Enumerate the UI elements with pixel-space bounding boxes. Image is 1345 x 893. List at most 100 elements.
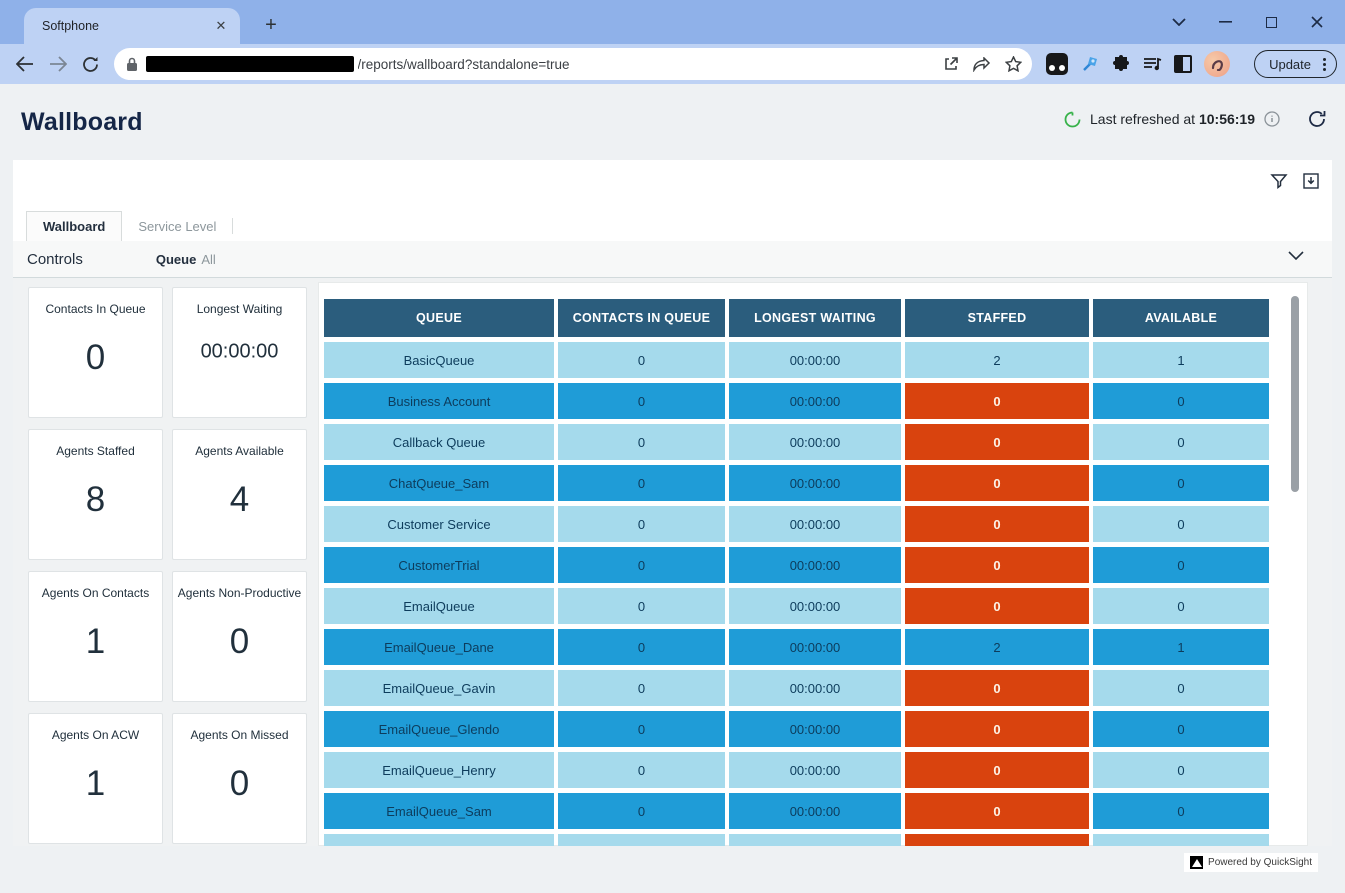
last-refreshed-text: Last refreshed at 10:56:19 bbox=[1090, 111, 1255, 127]
kpi-value: 8 bbox=[29, 479, 162, 519]
table-cell: 0 bbox=[558, 670, 725, 706]
tab-wallboard[interactable]: Wallboard bbox=[26, 211, 122, 241]
kpi-value: 0 bbox=[173, 621, 306, 661]
playlist-music-icon[interactable] bbox=[1143, 56, 1162, 73]
reader-mode-icon[interactable] bbox=[1174, 55, 1192, 73]
queue-table-wrap: QUEUECONTACTS IN QUEUELONGEST WAITINGSTA… bbox=[324, 299, 1270, 846]
table-cell: 0 bbox=[905, 752, 1089, 788]
queue-table: QUEUECONTACTS IN QUEUELONGEST WAITINGSTA… bbox=[324, 299, 1270, 846]
back-icon[interactable] bbox=[10, 49, 39, 79]
table-cell: 0 bbox=[905, 424, 1089, 460]
kpi-label: Contacts In Queue bbox=[29, 302, 162, 316]
dashboard-actions bbox=[1270, 172, 1320, 190]
lock-icon bbox=[126, 57, 138, 72]
table-cell: 0 bbox=[558, 342, 725, 378]
kpi-tile: Contacts In Queue0 bbox=[28, 287, 163, 418]
table-cell: 0 bbox=[558, 465, 725, 501]
dashboard-sheet: Contacts In Queue0Longest Waiting00:00:0… bbox=[13, 278, 1332, 846]
address-bar[interactable]: /reports/wallboard?standalone=true bbox=[114, 48, 1033, 80]
table-cell: 0 bbox=[905, 506, 1089, 542]
table-cell: 0 bbox=[1093, 793, 1269, 829]
new-tab-button[interactable]: + bbox=[258, 12, 284, 38]
table-cell: 0 bbox=[558, 547, 725, 583]
table-cell: 00:00:00 bbox=[729, 629, 901, 665]
info-icon[interactable] bbox=[1264, 111, 1280, 127]
chrome-menu-icon[interactable] bbox=[1319, 58, 1330, 71]
last-refreshed-time: 10:56:19 bbox=[1199, 111, 1255, 127]
browser-tab[interactable]: Softphone ✕ bbox=[24, 8, 240, 44]
kpi-tile: Agents On ACW1 bbox=[28, 713, 163, 844]
table-cell: 0 bbox=[558, 629, 725, 665]
table-cell: 0 bbox=[1093, 465, 1269, 501]
table-cell: 0 bbox=[905, 711, 1089, 747]
queue-name-cell: BasicQueue bbox=[324, 342, 554, 378]
export-icon[interactable] bbox=[1302, 172, 1320, 190]
tab-service-level[interactable]: Service Level bbox=[122, 211, 232, 241]
kpi-value: 1 bbox=[29, 763, 162, 803]
table-header-cell: LONGEST WAITING bbox=[729, 299, 901, 337]
table-header-cell: CONTACTS IN QUEUE bbox=[558, 299, 725, 337]
table-cell: 00:00:00 bbox=[729, 383, 901, 419]
table-cell: 00:00:00 bbox=[729, 588, 901, 624]
controls-collapse-chevron-icon[interactable] bbox=[1288, 251, 1304, 260]
table-cell: 2 bbox=[905, 629, 1089, 665]
minimize-button[interactable] bbox=[1213, 10, 1237, 34]
dashboard-card: Wallboard Service Level Controls QueueAl… bbox=[13, 160, 1332, 846]
tab-divider bbox=[232, 218, 233, 234]
table-cell: 0 bbox=[1093, 424, 1269, 460]
update-button-label: Update bbox=[1269, 57, 1311, 72]
kpi-tile: Agents On Contacts1 bbox=[28, 571, 163, 702]
queue-name-cell: EmailQueue_Glendo bbox=[324, 711, 554, 747]
table-cell: 0 bbox=[1093, 834, 1269, 846]
reload-icon[interactable] bbox=[76, 49, 105, 79]
table-cell: 0 bbox=[558, 752, 725, 788]
kpi-tile: Agents Available4 bbox=[172, 429, 307, 560]
table-cell: 00:00:00 bbox=[729, 670, 901, 706]
queue-name-cell: EmailQueue_Sam bbox=[324, 793, 554, 829]
queue-name-cell: EmailQueue_Henry bbox=[324, 752, 554, 788]
table-scrollbar-thumb[interactable] bbox=[1291, 296, 1299, 492]
update-button[interactable]: Update bbox=[1254, 50, 1337, 78]
kpi-tile: Longest Waiting00:00:00 bbox=[172, 287, 307, 418]
profile-avatar[interactable] bbox=[1204, 51, 1230, 77]
table-cell: 0 bbox=[558, 506, 725, 542]
powered-by-text: Powered by QuickSight bbox=[1208, 857, 1312, 868]
controls-bar[interactable]: Controls QueueAll bbox=[13, 241, 1332, 278]
bookmark-star-icon[interactable] bbox=[1005, 56, 1022, 72]
queue-name-cell: CustomerTrial bbox=[324, 547, 554, 583]
url-redacted-block bbox=[146, 56, 354, 72]
forward-icon[interactable] bbox=[43, 49, 72, 79]
queue-name-cell: EmailQueue_Dane bbox=[324, 629, 554, 665]
extension-key-icon[interactable] bbox=[1080, 54, 1100, 74]
filter-icon[interactable] bbox=[1270, 172, 1288, 190]
share-icon[interactable] bbox=[973, 57, 991, 72]
tab-close-icon[interactable]: ✕ bbox=[212, 17, 230, 35]
maximize-button[interactable] bbox=[1259, 10, 1283, 34]
table-cell: 00:00:00 bbox=[729, 506, 901, 542]
table-cell: 1 bbox=[1093, 629, 1269, 665]
queue-name-cell: Customer Service bbox=[324, 506, 554, 542]
close-button[interactable] bbox=[1305, 10, 1329, 34]
table-header-cell: AVAILABLE bbox=[1093, 299, 1269, 337]
browser-window: Softphone ✕ + bbox=[0, 0, 1345, 893]
kpi-value: 00:00:00 bbox=[173, 340, 306, 363]
browser-toolbar: /reports/wallboard?standalone=true bbox=[0, 44, 1345, 84]
extension-dark-icon[interactable] bbox=[1046, 53, 1068, 75]
sheet-tabs: Wallboard Service Level bbox=[26, 210, 233, 241]
table-cell: 0 bbox=[558, 793, 725, 829]
table-cell: 00:00:00 bbox=[729, 752, 901, 788]
table-header-cell: STAFFED bbox=[905, 299, 1089, 337]
kpi-label: Agents On Missed bbox=[173, 728, 306, 742]
table-cell: 0 bbox=[1093, 547, 1269, 583]
extensions-puzzle-icon[interactable] bbox=[1112, 55, 1131, 74]
kpi-label: Agents Staffed bbox=[29, 444, 162, 458]
queue-name-cell: EmailQueue_Tom bbox=[324, 834, 554, 846]
open-in-new-icon[interactable] bbox=[943, 56, 959, 72]
dashboard-refresh-icon[interactable] bbox=[1307, 110, 1327, 128]
table-cell: 00:00:00 bbox=[729, 547, 901, 583]
table-cell: 0 bbox=[905, 834, 1089, 846]
table-cell: 0 bbox=[905, 670, 1089, 706]
extensions-area: Update bbox=[1046, 50, 1337, 78]
tab-search-chevron-icon[interactable] bbox=[1167, 10, 1191, 34]
queue-filter[interactable]: QueueAll bbox=[156, 252, 216, 267]
